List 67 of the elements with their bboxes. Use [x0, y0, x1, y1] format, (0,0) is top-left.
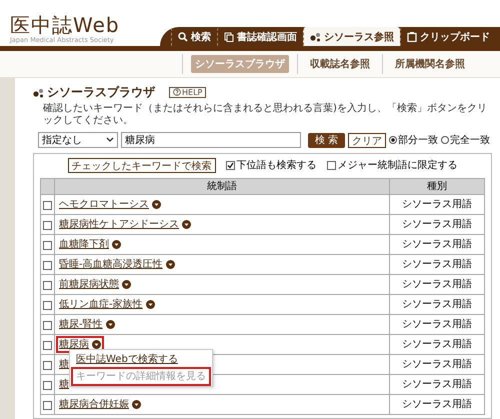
table-cell: シソーラス用語 — [390, 314, 484, 334]
term-link[interactable]: 糖 — [59, 358, 69, 371]
keyword-input[interactable]: 糖尿病 — [121, 132, 301, 148]
table-cell: シソーラス用語 — [390, 394, 484, 414]
instruction-text: 確認したいキーワード（またはそれらに含まれると思われる言葉)を入力し、「検索」ボタンをクリックしてください。 — [43, 103, 488, 127]
row-checkbox[interactable] — [43, 201, 52, 210]
logo-title[interactable]: 医中誌Web — [10, 14, 160, 36]
row-checkbox[interactable] — [43, 261, 52, 270]
term-link[interactable]: 糖 — [59, 378, 69, 391]
row-checkbox[interactable] — [43, 361, 52, 370]
table-cell: シソーラス用語 — [390, 234, 484, 254]
category-select[interactable]: 指定なし — [38, 132, 118, 148]
molecule-icon — [33, 88, 44, 98]
row-checkbox[interactable] — [43, 221, 52, 230]
menu-item[interactable]: 医中誌Webで検索する — [73, 352, 209, 367]
row-checkbox[interactable] — [43, 281, 52, 290]
term-link[interactable]: 前糖尿病状態 — [59, 278, 119, 291]
dropdown-icon[interactable] — [122, 280, 131, 289]
help-button[interactable]: HELP — [169, 87, 206, 98]
table-cell: シソーラス用語 — [390, 294, 484, 314]
dropdown-icon[interactable] — [182, 220, 191, 229]
dropdown-icon[interactable] — [152, 200, 161, 209]
search-checked-button[interactable]: チェックしたキーワードで検索 — [68, 158, 216, 173]
dropdown-icon[interactable] — [106, 320, 115, 329]
term-link[interactable]: 糖尿病合併妊娠 — [59, 398, 129, 411]
clipboard-icon — [407, 32, 417, 42]
dropdown-icon[interactable] — [132, 400, 141, 409]
table-cell: シソーラス用語 — [390, 254, 484, 274]
table-cell: シソーラス用語 — [390, 354, 484, 374]
dropdown-icon[interactable] — [146, 300, 155, 309]
section-heading: シソーラスブラウザ — [47, 84, 155, 101]
table-cell: シソーラス用語 — [390, 194, 484, 214]
table-cell: シソーラス用語 — [390, 274, 484, 294]
term-link[interactable]: 糖尿-腎性 — [59, 318, 103, 331]
row-checkbox[interactable] — [43, 301, 52, 310]
clear-button[interactable]: クリア — [348, 132, 386, 148]
term-link[interactable]: ヘモクロマトーシス — [59, 198, 149, 211]
term-link[interactable]: 低リン血症-家族性 — [59, 298, 143, 311]
help-icon — [173, 88, 181, 96]
column-header: 種別 — [390, 178, 484, 194]
term-link[interactable]: 糖尿病 — [59, 338, 89, 351]
nav-tab[interactable]: シソーラス参照 — [303, 27, 400, 46]
dropdown-icon[interactable] — [92, 340, 101, 349]
row-checkbox[interactable] — [43, 401, 52, 410]
search-icon — [178, 32, 188, 42]
table-cell: シソーラス用語 — [390, 374, 484, 394]
sub-tab[interactable]: 収載誌名参照 — [297, 54, 382, 74]
term-link[interactable]: 血糖降下剤 — [59, 238, 109, 251]
sub-tab[interactable]: 所属機関名参照 — [382, 54, 477, 74]
row-checkbox[interactable] — [43, 381, 52, 390]
table-cell: シソーラス用語 — [390, 214, 484, 234]
document-icon — [224, 32, 234, 42]
molecule-icon — [310, 32, 321, 42]
row-checkbox[interactable] — [43, 341, 52, 350]
match-radio[interactable]: 部分一致 — [389, 133, 438, 147]
check-icon — [226, 162, 234, 169]
dropdown-icon[interactable] — [166, 260, 175, 269]
dropdown-icon[interactable] — [112, 240, 121, 249]
search-button[interactable]: 検 索 — [308, 132, 346, 148]
row-checkbox[interactable] — [43, 241, 52, 250]
column-header: 統制語 — [54, 178, 390, 194]
table-cell: シソーラス用語 — [390, 334, 484, 354]
option-checkbox[interactable]: メジャー統制語に限定する — [326, 159, 458, 172]
chevron-down-icon — [106, 137, 114, 143]
match-radio[interactable]: 完全一致 — [441, 133, 490, 147]
option-checkbox[interactable]: 下位語も検索する — [226, 159, 316, 172]
row-checkbox[interactable] — [43, 321, 52, 330]
